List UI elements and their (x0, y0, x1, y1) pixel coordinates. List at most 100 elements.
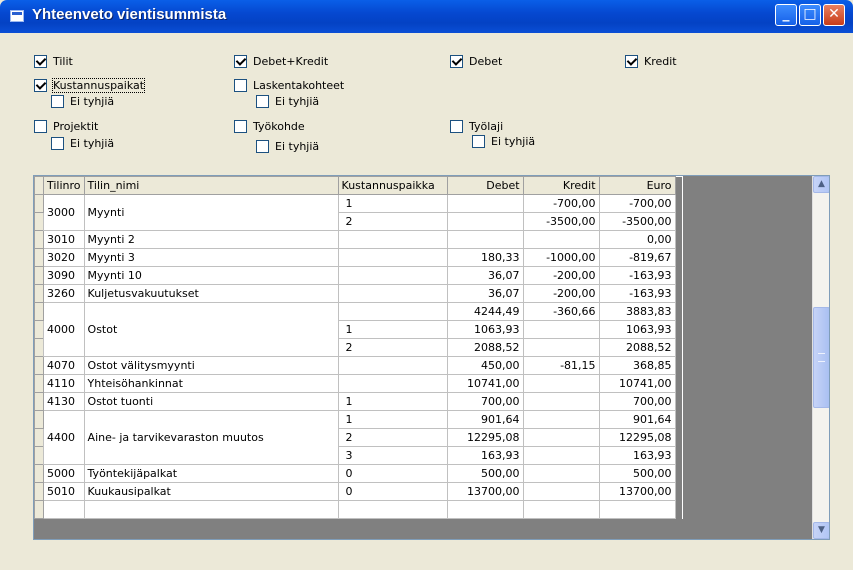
row-header[interactable] (34, 392, 44, 411)
cell-kustannuspaikka[interactable] (337, 248, 448, 267)
table-row[interactable]: 3020 Myynti 3 180,33 -1000,00 -819,67 (34, 248, 683, 267)
cell-kustannuspaikka[interactable]: 0 (337, 482, 448, 501)
cell-tilin-nimi[interactable]: Ostot välitysmyynti (83, 356, 339, 375)
cell-tilinro[interactable]: 3000 (43, 194, 85, 231)
checkbox-box[interactable] (256, 140, 269, 153)
cell-euro[interactable]: 3883,83 (598, 302, 676, 321)
cell-kustannuspaikka[interactable] (337, 284, 448, 303)
cell-euro[interactable]: 368,85 (598, 356, 676, 375)
cell-euro[interactable]: 13700,00 (598, 482, 676, 501)
cell-kredit[interactable]: -700,00 (522, 194, 600, 213)
laskentakohteet-ei-tyhjia-checkbox[interactable]: Ei tyhjiä (256, 95, 319, 108)
cell-tilin-nimi[interactable]: Myynti (83, 194, 339, 231)
cell-kustannuspaikka[interactable]: 2 (337, 428, 448, 447)
cell-euro[interactable]: -700,00 (598, 194, 676, 213)
cell-euro[interactable]: -819,67 (598, 248, 676, 267)
cell-kredit[interactable]: -360,66 (522, 302, 600, 321)
cell-tilinro[interactable]: 3090 (43, 266, 85, 285)
cell-kredit[interactable] (522, 500, 600, 519)
cell-debet[interactable] (446, 230, 524, 249)
cell-kredit[interactable] (522, 392, 600, 411)
projektit-ei-tyhjia-checkbox[interactable]: Ei tyhjiä (51, 137, 114, 150)
cell-tilinro[interactable]: 3010 (43, 230, 85, 249)
cell-debet[interactable]: 4244,49 (446, 302, 524, 321)
cell-euro[interactable]: 1063,93 (598, 320, 676, 339)
cell-debet[interactable] (446, 500, 524, 519)
row-header[interactable] (34, 500, 44, 519)
kustannuspaikat-checkbox[interactable]: Kustannuspaikat (34, 78, 146, 93)
cell-kredit[interactable]: -3500,00 (522, 212, 600, 231)
cell-euro[interactable]: -3500,00 (598, 212, 676, 231)
cell-kredit[interactable]: -81,15 (522, 356, 600, 375)
row-header[interactable] (34, 248, 44, 267)
table-row[interactable]: 3000 Myynti 1 -700,00 -700,00 (34, 194, 683, 231)
row-header[interactable] (34, 482, 44, 501)
row-header[interactable] (34, 320, 44, 339)
column-header-debet[interactable]: Debet (446, 176, 524, 195)
cell-debet[interactable] (446, 212, 524, 231)
cell-tilin-nimi[interactable]: Myynti 10 (83, 266, 339, 285)
table-row[interactable]: 3260 Kuljetusvakuutukset 36,07 -200,00 -163,… (34, 284, 683, 303)
cell-kredit[interactable] (522, 410, 600, 429)
cell-kustannuspaikka[interactable] (337, 356, 448, 375)
cell-kredit[interactable]: -1000,00 (522, 248, 600, 267)
tyokohde-ei-tyhjia-checkbox[interactable]: Ei tyhjiä (256, 140, 319, 153)
cell-debet[interactable]: 180,33 (446, 248, 524, 267)
cell-euro[interactable]: 0,00 (598, 230, 676, 249)
cell-debet[interactable]: 2088,52 (446, 338, 524, 357)
cell-euro[interactable]: 901,64 (598, 410, 676, 429)
cell-kredit[interactable]: -200,00 (522, 266, 600, 285)
cell-tilinro[interactable] (43, 500, 85, 519)
column-header-tilin-nimi[interactable]: Tilin_nimi (83, 176, 339, 195)
debet-checkbox[interactable]: Debet (450, 55, 502, 68)
row-header[interactable] (34, 194, 44, 213)
checkbox-box[interactable] (450, 120, 463, 133)
cell-debet[interactable]: 901,64 (446, 410, 524, 429)
row-header[interactable] (34, 230, 44, 249)
cell-tilinro[interactable]: 5010 (43, 482, 85, 501)
cell-kredit[interactable]: -200,00 (522, 284, 600, 303)
cell-kustannuspaikka[interactable] (337, 302, 448, 321)
cell-kustannuspaikka[interactable] (337, 266, 448, 285)
cell-kredit[interactable] (522, 446, 600, 465)
cell-tilinro[interactable]: 4070 (43, 356, 85, 375)
cell-kustannuspaikka[interactable] (337, 500, 448, 519)
cell-euro[interactable]: 12295,08 (598, 428, 676, 447)
row-header[interactable] (34, 266, 44, 285)
cell-debet[interactable]: 700,00 (446, 392, 524, 411)
cell-kustannuspaikka[interactable]: 3 (337, 446, 448, 465)
cell-tilin-nimi[interactable]: Ostot tuonti (83, 392, 339, 411)
cell-kredit[interactable] (522, 230, 600, 249)
column-header-kustannuspaikka[interactable]: Kustannuspaikka (337, 176, 448, 195)
kustannuspaikat-ei-tyhjia-checkbox[interactable]: Ei tyhjiä (51, 95, 114, 108)
debet-kredit-checkbox[interactable]: Debet+Kredit (234, 55, 328, 68)
row-header[interactable] (34, 410, 44, 429)
cell-tilin-nimi[interactable]: Yhteisöhankinnat (83, 374, 339, 393)
cell-kredit[interactable] (522, 428, 600, 447)
close-button[interactable]: ✕ (823, 4, 845, 26)
cell-kustannuspaikka[interactable] (337, 374, 448, 393)
cell-debet[interactable]: 13700,00 (446, 482, 524, 501)
cell-tilinro[interactable]: 4400 (43, 410, 85, 465)
cell-tilinro[interactable]: 3020 (43, 248, 85, 267)
table-row[interactable] (34, 500, 683, 519)
table-row[interactable]: 4400 Aine- ja tarvikevaraston muutos 1 901,… (34, 410, 683, 465)
table-row[interactable]: 4130 Ostot tuonti 1 700,00 700,00 (34, 392, 683, 411)
cell-tilin-nimi[interactable]: Myynti 3 (83, 248, 339, 267)
tyolaji-ei-tyhjia-checkbox[interactable]: Ei tyhjiä (472, 135, 535, 148)
summary-grid[interactable]: Tilinro Tilin_nimi Kustannuspaikka Debet Kre… (33, 175, 830, 540)
cell-tilin-nimi[interactable]: Ostot (83, 302, 339, 357)
cell-tilinro[interactable]: 5000 (43, 464, 85, 483)
cell-kustannuspaikka[interactable]: 2 (337, 338, 448, 357)
column-header-tilinro[interactable]: Tilinro (43, 176, 85, 195)
cell-kredit[interactable] (522, 464, 600, 483)
cell-tilinro[interactable]: 4130 (43, 392, 85, 411)
row-header[interactable] (34, 338, 44, 357)
cell-kredit[interactable] (522, 320, 600, 339)
cell-debet[interactable]: 1063,93 (446, 320, 524, 339)
cell-tilin-nimi[interactable]: Kuljetusvakuutukset (83, 284, 339, 303)
vertical-scrollbar[interactable]: ▲ ▼ (812, 176, 829, 539)
tilit-checkbox[interactable]: Tilit (34, 55, 73, 68)
cell-euro[interactable]: -163,93 (598, 284, 676, 303)
cell-kustannuspaikka[interactable]: 1 (337, 320, 448, 339)
